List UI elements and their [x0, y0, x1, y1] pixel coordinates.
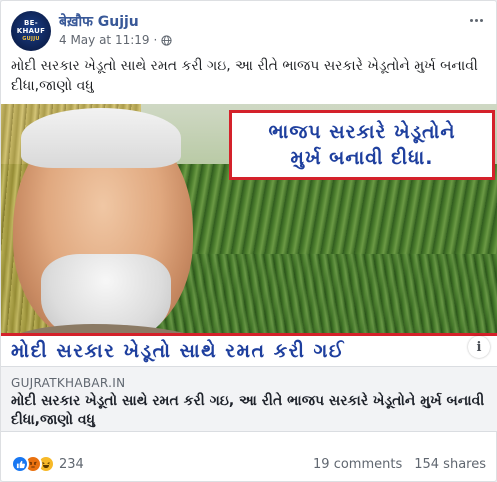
- avatar-logo-text: BE-KHAUF GUJJU: [11, 19, 51, 43]
- link-preview-image[interactable]: ભાજપ સરકારે ખેડૂતોને મુર્ખ બનાવી દીધા. મ…: [1, 104, 497, 366]
- reactions-summary[interactable]: 234: [11, 455, 84, 473]
- link-domain: GUJRATKHABAR.IN: [11, 376, 126, 390]
- page-avatar[interactable]: BE-KHAUF GUJJU: [11, 11, 51, 51]
- image-banner-text: મોદી સરકાર ખેડૂતો સાથે રમત કરી ગઈ: [11, 340, 346, 362]
- post-card: BE-KHAUF GUJJU बेख़ौफ Gujju 4 May at 11:…: [0, 0, 497, 482]
- globe-icon[interactable]: [161, 34, 172, 46]
- post-timestamp[interactable]: 4 May at 11:19: [59, 33, 150, 47]
- image-person-hair: [21, 108, 181, 168]
- avatar-logo-title: BE-KHAUF: [16, 19, 46, 35]
- image-headline-box: ભાજપ સરકારે ખેડૂતોને મુર્ખ બનાવી દીધા.: [229, 110, 495, 180]
- more-options-icon[interactable]: [466, 13, 486, 27]
- image-headline-line-1: ભાજપ સરકારે ખેડૂતોને: [268, 121, 456, 143]
- like-reaction-icon: [11, 455, 29, 473]
- avatar-logo-sub: GUJJU: [22, 36, 40, 42]
- post-header: BE-KHAUF GUJJU बेख़ौफ Gujju 4 May at 11:…: [11, 9, 486, 51]
- post-meta: 4 May at 11:19 ·: [59, 33, 172, 47]
- image-banner: મોદી સરકાર ખેડૂતો સાથે રમત કરી ગઈ: [1, 333, 497, 366]
- shares-count-link[interactable]: 154 shares: [414, 457, 486, 472]
- comments-count-link[interactable]: 19 comments: [313, 457, 402, 472]
- image-headline-line-2: મુર્ખ બનાવી દીધા.: [290, 147, 434, 169]
- post-text: મોદી સરકાર ખેડૂતો સાથે રમત કરી ગઇ, આ રીત…: [11, 58, 478, 94]
- page-name-link[interactable]: बेख़ौफ Gujju: [59, 12, 139, 31]
- info-icon[interactable]: i: [468, 336, 490, 358]
- link-preview[interactable]: GUJRATKHABAR.IN મોદી સરકાર ખેડૂતો સાથે ર…: [1, 366, 497, 432]
- link-title[interactable]: મોદી સરકાર ખેડૂતો સાથે રમત કરી ગઇ, આ રીત…: [11, 392, 489, 430]
- post-footer: 234 19 comments 154 shares: [11, 452, 486, 476]
- reaction-count: 234: [59, 456, 84, 472]
- meta-separator: ·: [153, 33, 158, 47]
